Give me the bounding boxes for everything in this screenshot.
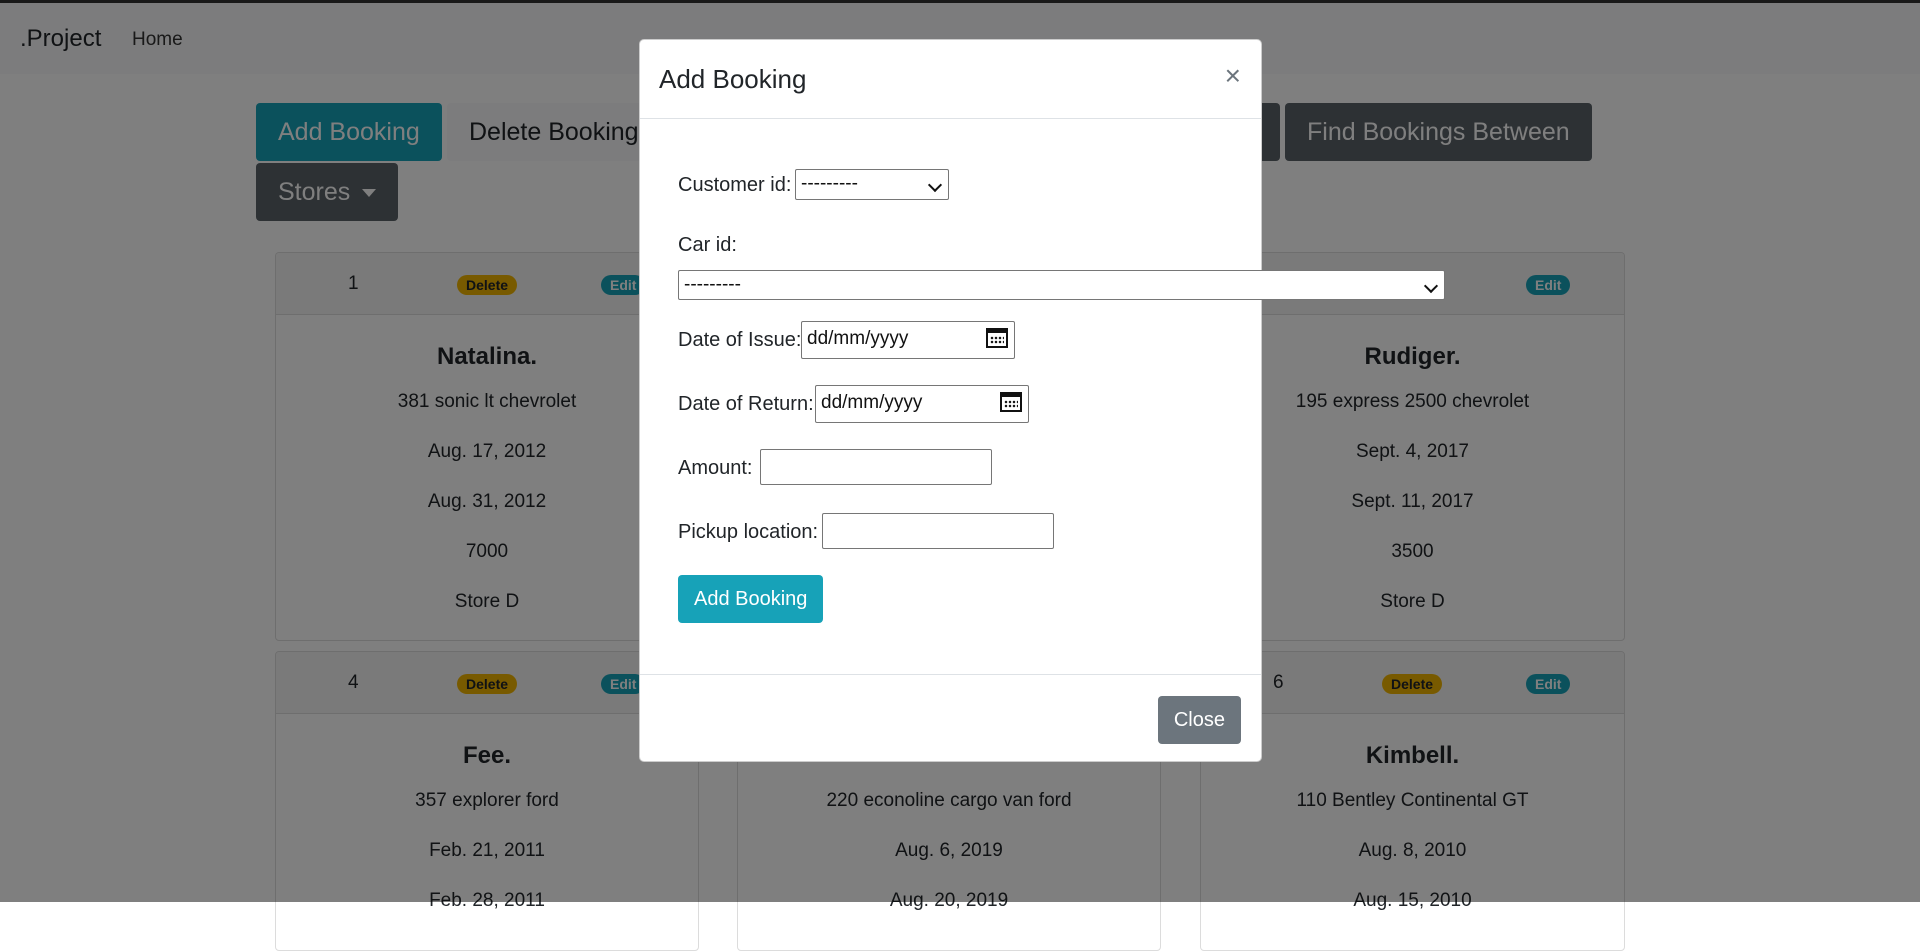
modal-footer: Close: [640, 674, 1261, 763]
amount-label: Amount:: [678, 457, 753, 479]
modal-header: Add Booking ×: [640, 40, 1261, 119]
car-id-label: Car id:: [678, 234, 737, 256]
close-button[interactable]: Close: [1157, 696, 1241, 744]
pickup-location-label: Pickup location:: [678, 521, 819, 543]
chevron-down-icon: [927, 177, 943, 193]
date-of-return-placeholder: dd/mm/yyyy: [821, 392, 923, 413]
chevron-down-icon: [1423, 278, 1439, 294]
car-id-selected: ---------: [684, 274, 741, 295]
modal-title: Add Booking: [659, 64, 807, 94]
submit-add-booking-button[interactable]: Add Booking: [678, 575, 824, 623]
date-of-issue-label: Date of Issue:: [678, 329, 802, 351]
customer-id-selected: ---------: [801, 173, 858, 194]
date-of-return-input[interactable]: dd/mm/yyyy: [815, 385, 1029, 423]
date-of-issue-placeholder: dd/mm/yyyy: [807, 328, 909, 349]
date-of-return-label: Date of Return:: [678, 393, 814, 415]
close-icon[interactable]: ×: [1225, 60, 1241, 92]
date-of-issue-input[interactable]: dd/mm/yyyy: [801, 321, 1015, 359]
calendar-icon[interactable]: [986, 328, 1008, 348]
calendar-icon[interactable]: [1000, 392, 1022, 412]
customer-id-select[interactable]: ---------: [795, 169, 949, 200]
add-booking-modal: Add Booking × Customer id: --------- Car…: [639, 39, 1445, 763]
amount-input[interactable]: [760, 449, 992, 485]
customer-id-label: Customer id:: [678, 174, 792, 196]
car-id-select[interactable]: ---------: [678, 270, 1445, 300]
pickup-location-input[interactable]: [822, 513, 1054, 549]
